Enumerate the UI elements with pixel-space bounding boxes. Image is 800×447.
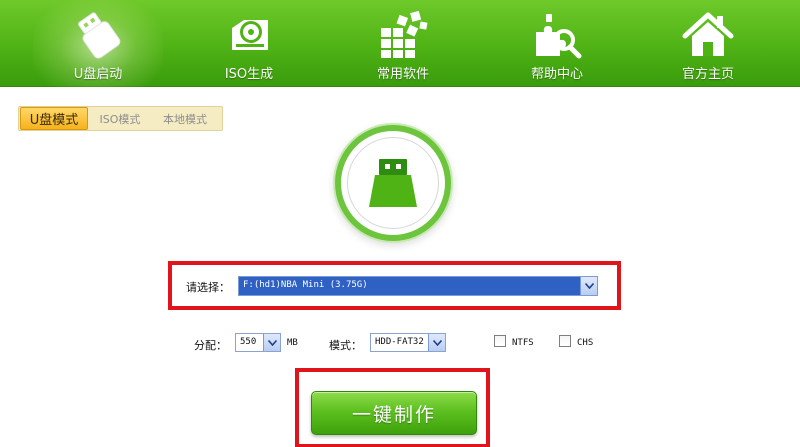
mode-label: 模式：	[329, 339, 362, 352]
nav-label-official-home: 官方主页	[681, 67, 734, 82]
usb-status-inner	[347, 137, 439, 229]
usb-drive-icon	[71, 10, 125, 60]
partition-mode-value: HDD-FAT32	[375, 337, 424, 347]
top-nav-bar: U盘启动 ISO生成 常用软件 帮助中心 官方主页	[0, 0, 800, 87]
nav-label-iso-generate: ISO生成	[224, 67, 274, 82]
chevron-down-icon[interactable]	[263, 334, 280, 351]
nav-label-usb-boot: U盘启动	[73, 67, 123, 82]
ntfs-label: NTFS	[512, 338, 534, 348]
usb-status-badge	[341, 131, 445, 235]
nav-iso-generate[interactable]: ISO生成	[184, 0, 314, 87]
chevron-down-icon[interactable]	[580, 277, 597, 295]
chs-label: CHS	[577, 338, 594, 348]
device-select-value: F:(hd1)NBA Mini (3.75G)	[243, 280, 368, 290]
device-select-label: 请选择：	[186, 281, 230, 294]
nav-label-help-center: 帮助中心	[530, 67, 583, 82]
main-panel: U盘模式 ISO模式 本地模式 请选择： F:(hd1)NBA Mini (3.…	[0, 88, 800, 447]
device-select[interactable]: F:(hd1)NBA Mini (3.75G)	[238, 276, 598, 296]
alloc-unit: MB	[287, 338, 298, 348]
partition-mode-select[interactable]: HDD-FAT32	[370, 333, 446, 352]
help-magnifier-icon	[530, 10, 584, 60]
nav-common-software[interactable]: 常用软件	[338, 0, 468, 87]
mode-tabs: U盘模式 ISO模式 本地模式	[18, 106, 223, 131]
nav-official-home[interactable]: 官方主页	[643, 0, 773, 87]
alloc-label: 分配：	[194, 339, 227, 352]
one-click-make-button[interactable]: 一键制作	[311, 391, 477, 435]
nav-help-center[interactable]: 帮助中心	[492, 0, 622, 87]
chs-checkbox[interactable]	[559, 335, 571, 347]
options-row: 分配： 550 MB 模式： HDD-FAT32 NTFS CHS	[0, 332, 800, 356]
alloc-size-value: 550	[240, 337, 257, 347]
tab-iso-mode[interactable]: ISO模式	[88, 107, 152, 130]
chevron-down-icon[interactable]	[428, 334, 445, 351]
tab-local-mode[interactable]: 本地模式	[152, 107, 218, 130]
tab-usb-mode[interactable]: U盘模式	[20, 107, 88, 130]
device-select-highlight: 请选择： F:(hd1)NBA Mini (3.75G)	[168, 261, 621, 310]
home-icon	[681, 10, 735, 60]
ntfs-checkbox[interactable]	[494, 335, 506, 347]
disc-icon	[222, 10, 276, 60]
make-button-highlight: 一键制作	[295, 368, 490, 447]
nav-label-common-software: 常用软件	[376, 67, 429, 82]
apps-grid-icon	[376, 10, 430, 60]
alloc-size-select[interactable]: 550	[235, 333, 281, 352]
make-button-label: 一键制作	[351, 403, 436, 426]
nav-usb-boot[interactable]: U盘启动	[33, 0, 163, 87]
usb-drive-large-icon	[369, 159, 417, 207]
